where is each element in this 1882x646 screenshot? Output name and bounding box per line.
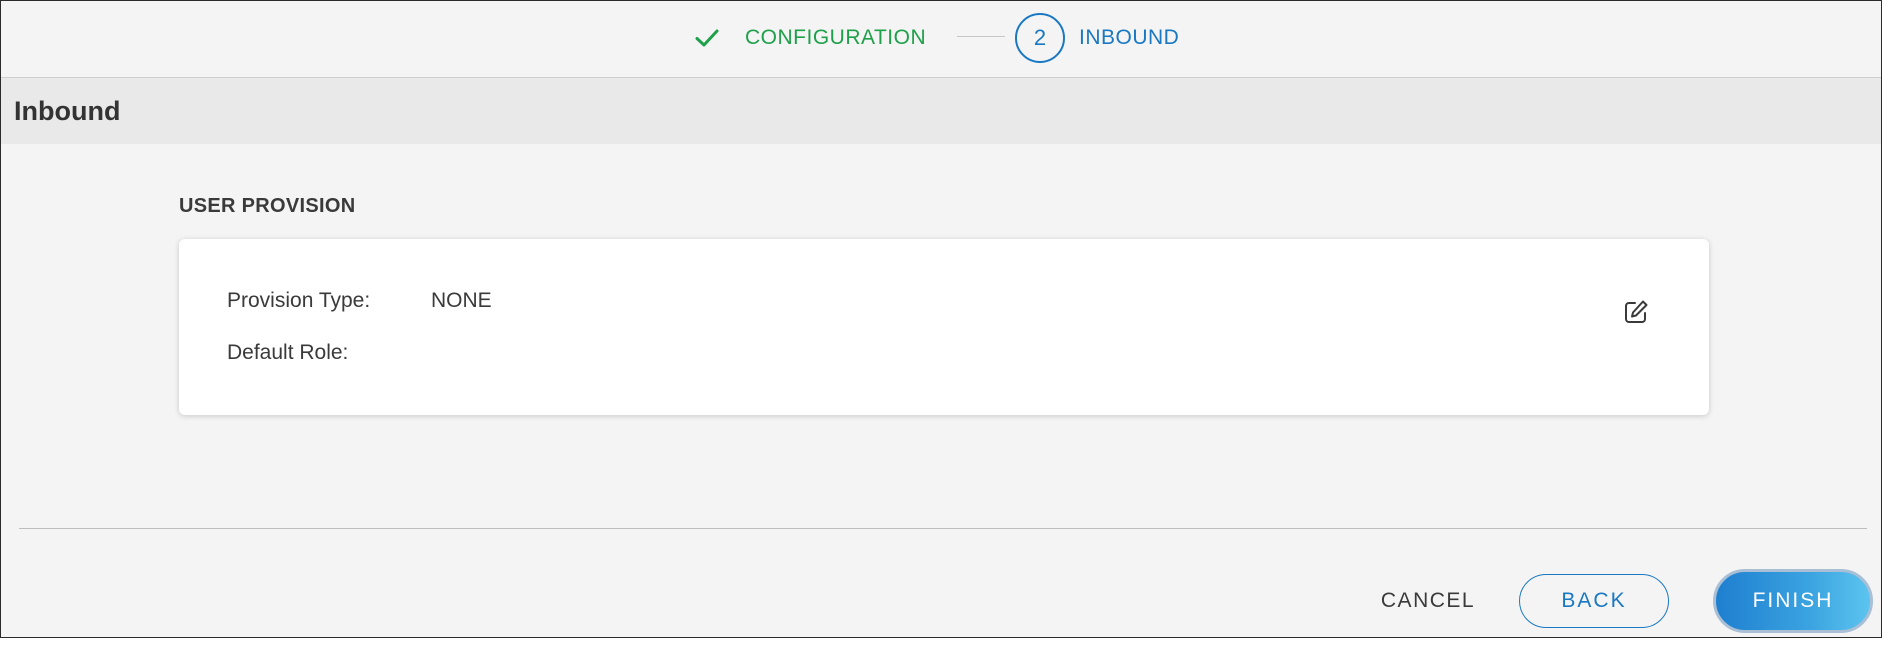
wizard-window: CONFIGURATION 2 INBOUND Inbound USER PRO…: [0, 0, 1882, 638]
user-provision-card: Provision Type: NONE Default Role:: [179, 239, 1709, 415]
provision-type-label: Provision Type:: [227, 289, 371, 312]
step-inbound[interactable]: 2 INBOUND: [1015, 10, 1179, 66]
user-provision-title: USER PROVISION: [179, 195, 356, 217]
step-inbound-label: INBOUND: [1079, 26, 1180, 49]
finish-button[interactable]: FINISH: [1713, 569, 1873, 633]
step-number-badge: 2: [1015, 13, 1065, 63]
provision-type-value: NONE: [431, 289, 492, 312]
step-configuration[interactable]: CONFIGURATION: [693, 19, 926, 57]
check-icon: [693, 24, 721, 52]
footer-divider: [19, 528, 1867, 529]
section-header: Inbound: [1, 78, 1881, 144]
wizard-stepper: CONFIGURATION 2 INBOUND: [1, 1, 1881, 78]
edit-icon: [1622, 298, 1650, 331]
default-role-label: Default Role:: [227, 341, 349, 364]
cancel-button[interactable]: CANCEL: [1371, 581, 1485, 621]
page-title: Inbound: [14, 96, 121, 126]
step-connector: [957, 36, 1005, 37]
back-button[interactable]: BACK: [1519, 574, 1669, 628]
step-configuration-label: CONFIGURATION: [745, 26, 927, 49]
edit-provision-button[interactable]: [1619, 297, 1653, 331]
